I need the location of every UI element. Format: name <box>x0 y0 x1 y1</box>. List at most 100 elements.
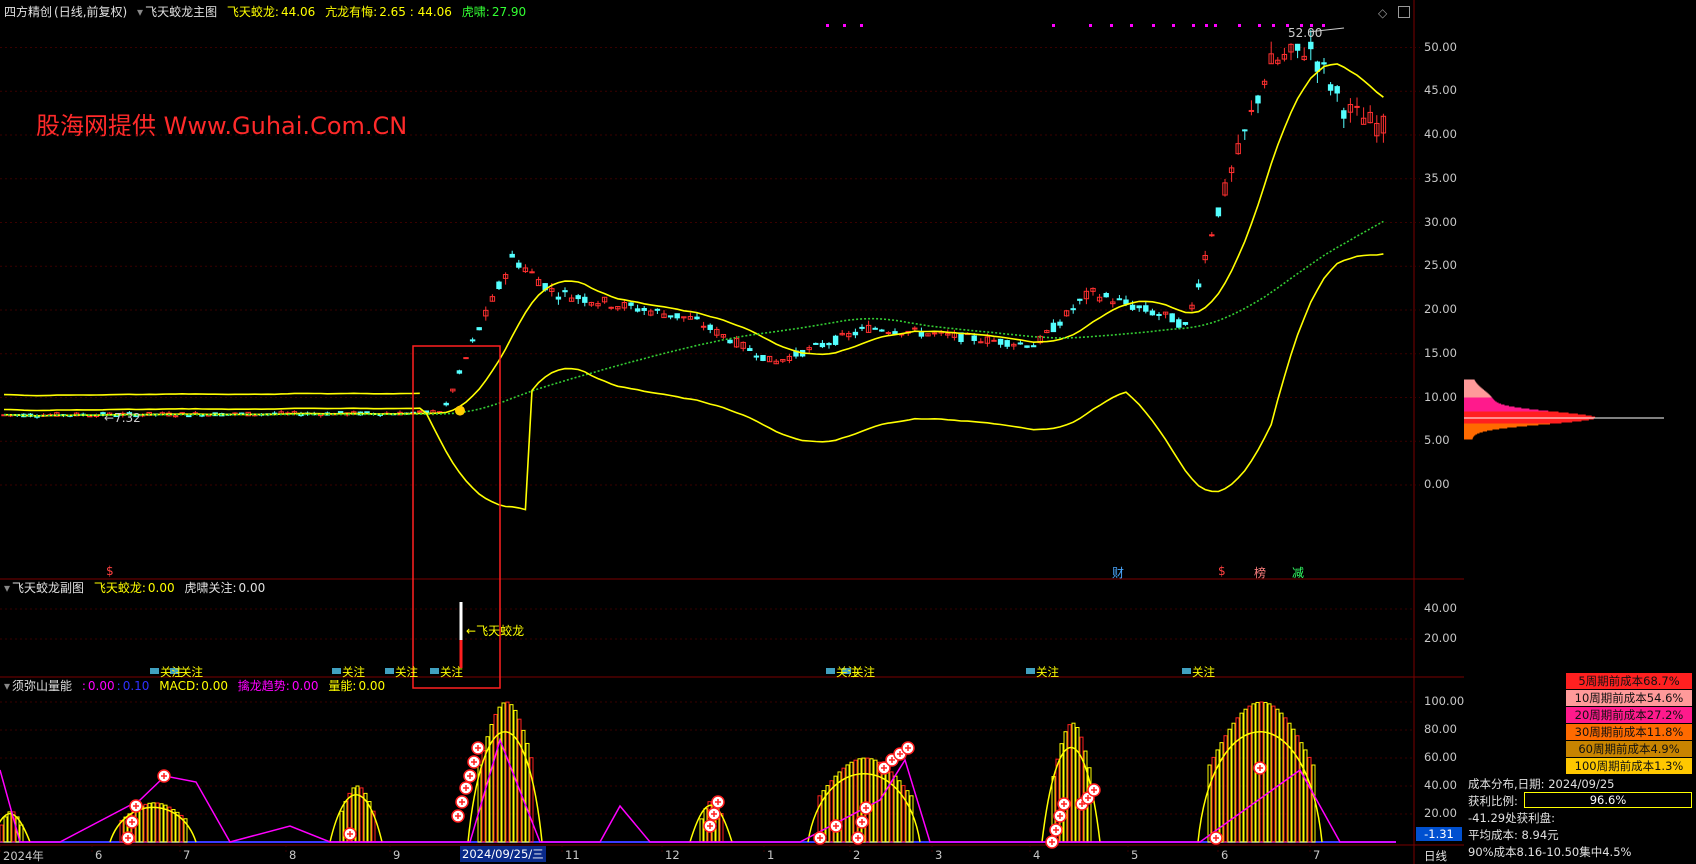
curve-label: -41.29处获利盘: <box>1468 811 1555 825</box>
candle-body <box>1308 41 1314 50</box>
candle-body <box>1143 305 1149 312</box>
signal-dot <box>1205 24 1208 27</box>
vol-bar <box>1287 722 1292 843</box>
collapse-vol-icon[interactable]: ▾ <box>4 679 10 693</box>
cost-90: 90%成本8.16-10.50集中4.5% <box>1468 845 1632 859</box>
vol-bar <box>497 706 502 843</box>
signal-dot <box>1089 24 1092 27</box>
price-axis-label-8: 10.00 <box>1424 389 1457 404</box>
candle-body <box>608 306 614 309</box>
candlestick-chart[interactable] <box>0 0 1464 864</box>
vol-indicator-name[interactable]: 须弥山量能 <box>12 679 72 693</box>
vol-bar <box>1303 749 1308 843</box>
vol-bar <box>699 818 704 843</box>
vol-v1: 0.00 <box>87 679 115 693</box>
date-label-6: 12 <box>665 848 680 862</box>
candle-body <box>1123 299 1129 305</box>
candle-body <box>1129 304 1136 310</box>
focus-tag-4[interactable]: 关注 <box>440 664 463 680</box>
vol-bar <box>7 811 12 843</box>
cost-row-1: 10周期前成本54.6% <box>1566 690 1692 706</box>
candle-body <box>1182 322 1189 325</box>
vol-bar <box>905 790 910 843</box>
candle-body <box>641 308 647 311</box>
vol-bar <box>885 767 890 843</box>
high-price-label: 52.00 <box>1288 26 1323 40</box>
candle-body <box>707 324 713 330</box>
vol-bar <box>1211 756 1216 843</box>
vol-current-value: -1.31 <box>1416 827 1462 841</box>
chip-date: 2024/09/25 <box>1548 777 1615 791</box>
vol-bar <box>861 757 866 843</box>
vol-bar <box>521 729 526 843</box>
vol-bar <box>19 824 24 843</box>
candle-body <box>918 331 925 337</box>
candle-body <box>1156 313 1162 316</box>
vol-bar <box>1275 708 1280 843</box>
candle-body <box>463 357 469 360</box>
focus-tag-3[interactable]: 关注 <box>395 664 418 680</box>
collapse-sub-icon[interactable]: ▾ <box>4 581 10 595</box>
sub-indicator-name[interactable]: 飞天蛟龙副图 <box>12 581 84 595</box>
candle-body <box>747 348 753 352</box>
candle-body <box>813 342 819 345</box>
sub-header: ▾ 飞天蛟龙副图 飞天蛟龙: 0.00 虎啸关注: 0.00 <box>4 580 271 596</box>
candle-body <box>1294 43 1301 51</box>
vol-v2: 0.10 <box>122 679 150 693</box>
vol-axis-label-4: 20.00 <box>1424 806 1457 820</box>
candle-body <box>727 339 733 344</box>
signal-dot <box>1052 24 1055 27</box>
candle-body <box>1248 109 1255 112</box>
sub-signal-label: ←飞天蛟龙 <box>466 624 525 638</box>
candle-body <box>1057 321 1063 326</box>
period-tab[interactable]: 日线 <box>1424 848 1447 864</box>
candle-body <box>1050 322 1057 333</box>
vol-bar <box>869 758 874 843</box>
chip-title-line: 成本分布,日期: 2024/09/25 <box>1468 776 1614 792</box>
candle-body <box>872 327 878 330</box>
date-label-1: 6 <box>95 848 103 862</box>
vol-bar <box>505 701 510 843</box>
candle-body <box>509 253 515 258</box>
vol-bar <box>1247 705 1252 843</box>
event-tag-dividend[interactable]: $ <box>1218 564 1226 578</box>
low-price-value: 7.32 <box>114 411 141 425</box>
candle-body <box>991 339 997 342</box>
event-tag-list[interactable]: 榜 <box>1254 564 1266 581</box>
vol-bar <box>1311 764 1316 843</box>
signal-dot <box>1238 24 1241 27</box>
candle-body <box>1354 105 1360 108</box>
focus-tag-7[interactable]: 关注 <box>1036 664 1059 680</box>
trend-line <box>0 737 1396 843</box>
chip-title: 成本分布,日期: <box>1468 777 1545 791</box>
vol-bar <box>1251 703 1256 843</box>
cost-row-0: 5周期前成本68.7% <box>1566 673 1692 689</box>
candle-body <box>496 281 502 290</box>
vol-bar <box>909 795 914 843</box>
signal-dot <box>860 24 863 27</box>
price-axis-label-4: 30.00 <box>1424 214 1457 229</box>
vol-bar <box>1291 728 1296 843</box>
focus-tag-6[interactable]: 关注 <box>852 664 875 680</box>
candle-body <box>186 415 192 418</box>
vol-axis-label-2: 60.00 <box>1424 750 1457 764</box>
candle-body <box>1215 207 1222 217</box>
ma-short-line <box>3 63 1384 417</box>
event-tag-reduce[interactable]: 减 <box>1292 564 1304 581</box>
date-label-3: 8 <box>289 848 297 862</box>
focus-tag-8[interactable]: 关注 <box>1192 664 1215 680</box>
candle-body <box>667 315 674 318</box>
candle-body <box>1030 345 1037 348</box>
focus-ship-icon <box>332 668 341 674</box>
sub-v2-value: 0.00 <box>238 581 266 595</box>
sub-signal-text: 飞天蛟龙 <box>476 624 525 638</box>
candle-body <box>694 316 700 320</box>
focus-ship-icon <box>1026 668 1035 674</box>
vol-axis-label-0: 100.00 <box>1424 694 1465 708</box>
date-label-2: 7 <box>183 848 191 862</box>
avg-cost: 平均成本: 8.94元 <box>1468 828 1559 842</box>
event-tag-finance[interactable]: 财 <box>1112 564 1124 581</box>
vol-v2-sep: : <box>116 679 121 693</box>
event-tag-dividend-early[interactable]: $ <box>106 564 114 578</box>
candle-body <box>575 295 581 300</box>
